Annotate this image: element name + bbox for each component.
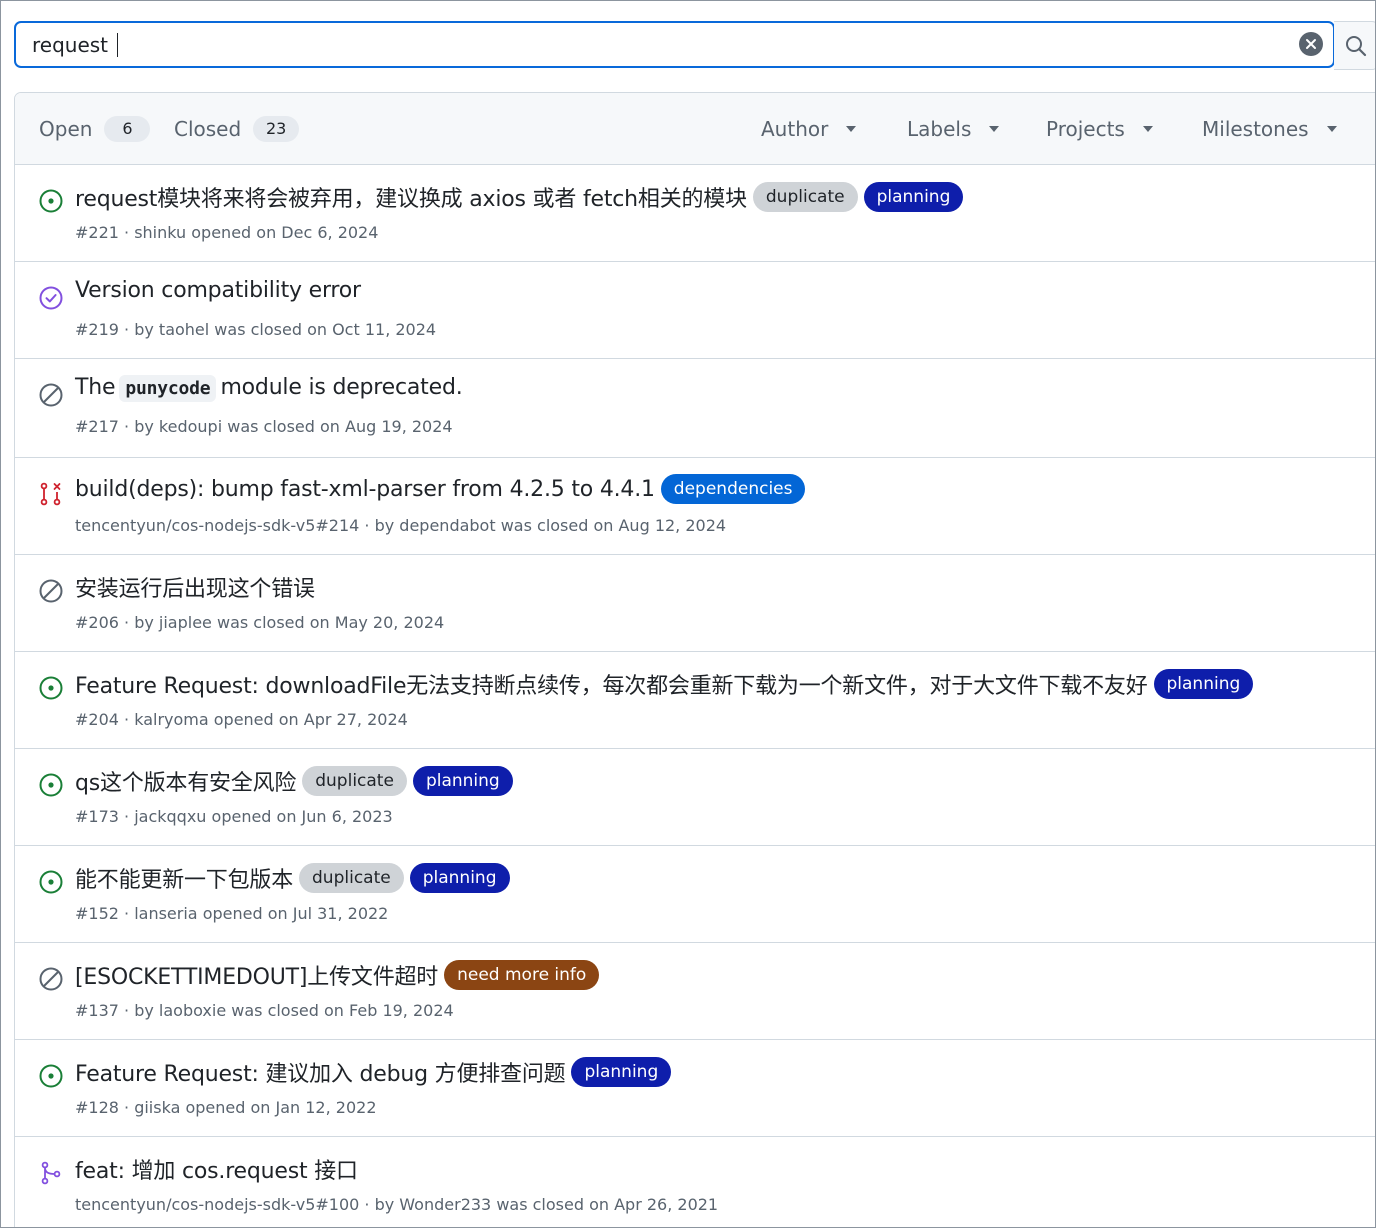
caret-down-icon	[846, 125, 857, 132]
label-planning[interactable]: planning	[1153, 669, 1254, 699]
issue-meta: #206 · by jiaplee was closed on May 20, …	[75, 613, 445, 632]
issue-meta: #219 · by taohel was closed on Oct 11, 2…	[75, 320, 437, 339]
issue-not-planned-icon	[38, 382, 64, 408]
issue-open-icon	[38, 772, 64, 798]
issue-list-header: Open 6 Closed 23 Author Labels Projects …	[15, 93, 1375, 165]
author-filter[interactable]: Author	[761, 93, 857, 164]
issue-title-line: Feature Request: 建议加入 debug 方便排查问题 planni…	[75, 1056, 672, 1088]
issue-list: Open 6 Closed 23 Author Labels Projects …	[14, 92, 1375, 1227]
issue-row[interactable]: Version compatibility error #219 · by tao…	[15, 262, 1375, 359]
search-box[interactable]	[14, 21, 1335, 68]
open-issues-tab[interactable]: Open 6	[39, 93, 151, 164]
label-planning[interactable]: planning	[412, 766, 513, 796]
issue-rows: request模块将来将会被弃用，建议换成 axios 或者 fetch相关的模…	[15, 165, 1375, 1227]
issue-title-line: 能不能更新一下包版本 duplicate planning	[75, 862, 510, 894]
label-duplicate[interactable]: duplicate	[752, 182, 858, 212]
projects-filter-label: Projects	[1046, 116, 1125, 141]
pull-request-merged-icon	[38, 1160, 64, 1186]
issue-title-line: 安装运行后出现这个错误	[75, 571, 315, 603]
issue-title-line: [ESOCKETTIMEDOUT]上传文件超时 need more info	[75, 959, 600, 991]
label-planning[interactable]: planning	[409, 863, 510, 893]
closed-count-badge: 23	[253, 115, 300, 142]
issue-title-line: build(deps): bump fast-xml-parser from 4…	[75, 474, 806, 504]
issue-open-icon	[38, 1063, 64, 1089]
issue-closed-icon	[38, 285, 64, 311]
issue-meta: tencentyun/cos-nodejs-sdk-v5#100 · by Wo…	[75, 1195, 719, 1214]
search-button[interactable]	[1334, 21, 1375, 70]
issue-row[interactable]: qs这个版本有安全风险 duplicate planning #173 · jackq…	[15, 749, 1375, 846]
issue-meta: #204 · kalryoma opened on Apr 27, 2024	[75, 710, 408, 729]
issue-meta: #137 · by laoboxie was closed on Feb 19,…	[75, 1001, 454, 1020]
issue-title-link[interactable]: 安装运行后出现这个错误	[75, 571, 315, 603]
issue-meta: #221 · shinku opened on Dec 6, 2024	[75, 223, 379, 242]
issue-meta: tencentyun/cos-nodejs-sdk-v5#214 · by de…	[75, 516, 727, 535]
issue-title-line: request模块将来将会被弃用，建议换成 axios 或者 fetch相关的模…	[75, 181, 964, 213]
closed-tab-label: Closed	[174, 116, 242, 141]
issue-title-link[interactable]: Version compatibility error	[75, 278, 361, 303]
closed-issues-tab[interactable]: Closed 23	[174, 93, 300, 164]
issue-title-link[interactable]: The punycode module is deprecated.	[75, 375, 463, 402]
label-need-more-info[interactable]: need more info	[444, 960, 600, 990]
issue-row[interactable]: request模块将来将会被弃用，建议换成 axios 或者 fetch相关的模…	[15, 165, 1375, 262]
issue-open-icon	[38, 869, 64, 895]
issue-title-link[interactable]: 能不能更新一下包版本	[75, 862, 293, 894]
author-filter-label: Author	[761, 116, 829, 141]
text-caret	[117, 33, 118, 57]
label-dependencies[interactable]: dependencies	[660, 474, 806, 504]
label-duplicate[interactable]: duplicate	[299, 863, 404, 893]
issue-title-line: Feature Request: downloadFile无法支持断点续传，每次…	[75, 668, 1254, 700]
issue-title-link[interactable]: Feature Request: downloadFile无法支持断点续传，每次…	[75, 668, 1148, 700]
issue-row[interactable]: Feature Request: downloadFile无法支持断点续传，每次…	[15, 652, 1375, 749]
issue-title-link[interactable]: Feature Request: 建议加入 debug 方便排查问题	[75, 1056, 566, 1088]
issue-title-link[interactable]: qs这个版本有安全风险	[75, 765, 296, 797]
search-icon	[1346, 35, 1367, 56]
open-count-badge: 6	[104, 115, 151, 142]
issue-title-link[interactable]: build(deps): bump fast-xml-parser from 4…	[75, 477, 655, 502]
caret-down-icon	[989, 125, 1000, 132]
issue-title-link[interactable]: [ESOCKETTIMEDOUT]上传文件超时	[75, 959, 438, 991]
milestones-filter[interactable]: Milestones	[1202, 93, 1337, 164]
search-input[interactable]	[32, 23, 1282, 66]
open-tab-label: Open	[39, 116, 93, 141]
issue-title-line: The punycode module is deprecated.	[75, 375, 463, 402]
issue-open-icon	[38, 188, 64, 214]
issue-title-link[interactable]: request模块将来将会被弃用，建议换成 axios 或者 fetch相关的模…	[75, 181, 747, 213]
labels-filter[interactable]: Labels	[907, 93, 1000, 164]
clear-search-button[interactable]	[1299, 32, 1323, 56]
issue-row[interactable]: feat: 增加 cos.request 接口 tencentyun/cos-no…	[15, 1137, 1375, 1227]
inline-code: punycode	[119, 375, 217, 402]
projects-filter[interactable]: Projects	[1046, 93, 1153, 164]
issue-meta: #152 · lanseria opened on Jul 31, 2022	[75, 904, 389, 923]
issue-title-line: Version compatibility error	[75, 278, 361, 303]
issue-not-planned-icon	[38, 578, 64, 604]
issue-title-line: qs这个版本有安全风险 duplicate planning	[75, 765, 513, 797]
issue-meta: #128 · giiska opened on Jan 12, 2022	[75, 1098, 377, 1117]
label-planning[interactable]: planning	[863, 182, 964, 212]
milestones-filter-label: Milestones	[1202, 116, 1309, 141]
issue-open-icon	[38, 675, 64, 701]
issue-row[interactable]: 能不能更新一下包版本 duplicate planning #152 · lanser…	[15, 846, 1375, 943]
issue-title-line: feat: 增加 cos.request 接口	[75, 1153, 358, 1185]
issue-row[interactable]: build(deps): bump fast-xml-parser from 4…	[15, 458, 1375, 555]
issues-page: Open 6 Closed 23 Author Labels Projects …	[0, 0, 1376, 1228]
issue-row[interactable]: The punycode module is deprecated. #217 · b…	[15, 359, 1375, 458]
issue-row[interactable]: 安装运行后出现这个错误 #206 · by jiaplee was closed …	[15, 555, 1375, 652]
caret-down-icon	[1326, 125, 1337, 132]
close-icon	[1306, 39, 1316, 49]
issue-not-planned-icon	[38, 966, 64, 992]
issue-title-link[interactable]: feat: 增加 cos.request 接口	[75, 1153, 358, 1185]
pull-request-closed-icon	[38, 481, 64, 507]
labels-filter-label: Labels	[907, 116, 972, 141]
caret-down-icon	[1142, 125, 1153, 132]
issue-row[interactable]: Feature Request: 建议加入 debug 方便排查问题 planni…	[15, 1040, 1375, 1137]
issue-meta: #173 · jackqqxu opened on Jun 6, 2023	[75, 807, 393, 826]
issue-meta: #217 · by kedoupi was closed on Aug 19, …	[75, 417, 453, 436]
label-duplicate[interactable]: duplicate	[302, 766, 407, 796]
issue-row[interactable]: [ESOCKETTIMEDOUT]上传文件超时 need more info #13…	[15, 943, 1375, 1040]
label-planning[interactable]: planning	[571, 1057, 672, 1087]
